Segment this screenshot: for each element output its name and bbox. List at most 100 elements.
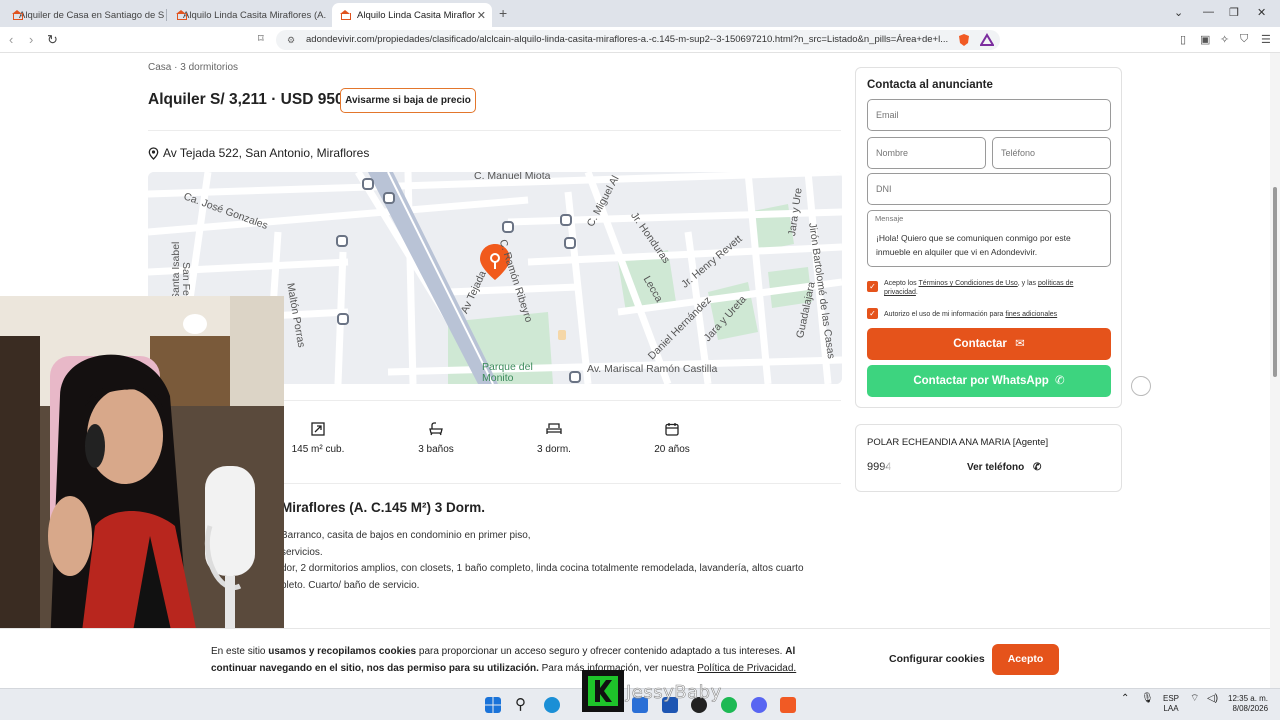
show-phone-label: Ver teléfono: [967, 462, 1025, 473]
bed-icon: [546, 423, 562, 434]
k-logo-icon: [588, 676, 618, 706]
contact-title: Contacta al anunciante: [867, 79, 993, 91]
contact-button-label: Contactar: [953, 338, 1007, 350]
divider: [148, 130, 841, 131]
clock[interactable]: 12:35 a. m. 8/08/2026: [1228, 694, 1268, 714]
tab-label: Alquilo Linda Casita Miraflores (A. C.14…: [183, 9, 328, 21]
close-window-button[interactable]: ✕: [1257, 6, 1266, 19]
brave-icon[interactable]: [780, 697, 796, 713]
dni-field[interactable]: [867, 173, 1111, 205]
feature-area: 145 m² cub.: [289, 422, 347, 455]
windows-start-icon[interactable]: [485, 697, 501, 713]
phone-icon: ✆: [1033, 462, 1042, 473]
terms-checkbox[interactable]: ✓: [867, 281, 878, 292]
loading-ring: [1131, 376, 1151, 396]
tab-surco[interactable]: Alquiler de Casa en Santiago de Surco: [4, 3, 164, 27]
contact-button[interactable]: Contactar ✉: [867, 328, 1111, 360]
feature-label: 20 años: [654, 444, 690, 455]
wallet-icon[interactable]: ▣: [1200, 33, 1210, 46]
house-icon: [340, 10, 351, 20]
maximize-button[interactable]: ❐: [1229, 6, 1239, 19]
agent-card: POLAR ECHEANDIA ANA MARIA [Agente] 9994 …: [855, 424, 1122, 492]
feature-label: 3 dorm.: [537, 444, 571, 455]
sidebar-icon[interactable]: ▯: [1180, 33, 1186, 46]
scrollbar-thumb[interactable]: [1273, 187, 1277, 377]
site-info-icon[interactable]: ⚙: [287, 30, 295, 50]
microphone-icon[interactable]: 🎙: [1141, 694, 1154, 704]
close-tab-icon[interactable]: ✕: [477, 9, 486, 22]
cookie-banner: En este sitio usamos y recopilamos cooki…: [0, 628, 1270, 688]
whatsapp-button[interactable]: Contactar por WhatsApp ✆: [867, 365, 1111, 397]
description-line: Barranco, casita de bajos en condominio …: [281, 530, 531, 541]
bookmark-icon[interactable]: ⌑: [258, 32, 264, 45]
calendar-icon: [665, 423, 679, 436]
language-indicator[interactable]: ESP LAA: [1163, 694, 1179, 714]
page-scrollbar[interactable]: [1270, 53, 1280, 688]
whatsapp-button-label: Contactar por WhatsApp: [913, 375, 1049, 387]
stream-watermark: JessyBaby: [626, 682, 722, 704]
terms-pre: Acepto los: [884, 280, 917, 287]
map-label: C. Manuel Miota: [474, 172, 551, 182]
volume-icon[interactable]: ◁): [1207, 694, 1218, 704]
terms-text: Acepto los Términos y Condiciones de Uso…: [884, 280, 1074, 296]
map-label: Av. Mariscal Ramón Castilla: [587, 363, 718, 375]
message-field[interactable]: Mensaje ¡Hola! Quiero que se comuniquen …: [867, 210, 1111, 267]
price-title: Alquiler S/ 3,211 · USD 950: [148, 91, 344, 108]
search-icon[interactable]: ⚲: [515, 697, 531, 713]
description-line: pleto. Cuarto/ baño de servicio.: [281, 580, 420, 591]
terms-link[interactable]: Términos y Condiciones de Uso: [919, 280, 1018, 287]
tray-overflow-icon[interactable]: ⌃: [1121, 694, 1129, 704]
cookie-privacy-link[interactable]: Política de Privacidad.: [697, 663, 796, 674]
area-icon: [311, 422, 325, 436]
reload-icon[interactable]: ↻: [47, 32, 58, 48]
tab-bar: Alquiler de Casa en Santiago de Surco Al…: [0, 0, 1280, 27]
feature-label: 3 baños: [418, 444, 454, 455]
brave-rewards-icon[interactable]: [980, 33, 994, 47]
edge-icon[interactable]: [544, 697, 560, 713]
minimize-button[interactable]: —: [1203, 6, 1214, 18]
configure-cookies-button[interactable]: Configurar cookies: [889, 653, 985, 665]
cookie-text: En este sitio usamos y recopilamos cooki…: [211, 643, 801, 677]
extra-pre: Autorizo el uso de mi información para: [884, 311, 1004, 318]
email-field[interactable]: [867, 99, 1111, 131]
extra-use-checkbox[interactable]: ✓: [867, 308, 878, 319]
tab-miraflores-1[interactable]: Alquilo Linda Casita Miraflores (A. C.14…: [168, 3, 328, 27]
terms-mid: , y las: [1017, 280, 1037, 287]
price-alert-button[interactable]: Avisarme si baja de precio: [340, 88, 476, 113]
feature-age: 20 años: [648, 422, 696, 455]
extra-use-text: Autorizo el uso de mi información para f…: [884, 310, 1109, 319]
tab-search-icon[interactable]: ⌄: [1174, 6, 1183, 19]
new-tab-button[interactable]: +: [499, 5, 507, 21]
brave-shield-icon[interactable]: [957, 33, 971, 47]
tab-miraflores-active[interactable]: Alquilo Linda Casita Miraflores (A. C.14…: [332, 3, 492, 27]
tab-label: Alquilo Linda Casita Miraflores (A. C.14…: [357, 9, 475, 21]
bath-icon: [429, 422, 443, 436]
show-phone-button[interactable]: Ver teléfono ✆: [967, 462, 1041, 473]
accept-cookies-button[interactable]: Acepto: [992, 644, 1059, 675]
wifi-icon[interactable]: ⌔: [1190, 694, 1199, 704]
spotify-icon[interactable]: [721, 697, 737, 713]
webcam-overlay: [0, 296, 284, 648]
message-text: ¡Hola! Quiero que se comuniquen conmigo …: [876, 233, 1071, 257]
vpn-icon[interactable]: ⛉: [1240, 33, 1248, 46]
cookie-text-part: En este sitio: [211, 646, 269, 657]
keyboard-layout: LAA: [1163, 704, 1179, 713]
feature-baths: 3 baños: [408, 422, 464, 455]
extra-link[interactable]: fines adicionales: [1005, 311, 1057, 318]
discord-icon[interactable]: [751, 697, 767, 713]
forward-icon[interactable]: ›: [29, 32, 33, 47]
leo-ai-icon[interactable]: ✧: [1220, 33, 1229, 46]
menu-icon[interactable]: ☰: [1261, 33, 1271, 46]
description-line: servicios.: [281, 547, 323, 558]
contact-form-card: Contacta al anunciante Mensaje ¡Hola! Qu…: [855, 67, 1122, 408]
location-pin-icon: [148, 146, 159, 160]
agent-phone-partial: 9994: [867, 461, 892, 473]
phone-field[interactable]: [992, 137, 1111, 169]
message-label: Mensaje: [875, 214, 904, 223]
clock-date: 8/08/2026: [1232, 704, 1269, 713]
back-icon[interactable]: ‹: [9, 32, 13, 47]
name-field[interactable]: [867, 137, 986, 169]
listing-title: Miraflores (A. C.145 M²) 3 Dorm.: [281, 500, 486, 515]
tab-label: Alquiler de Casa en Santiago de Surco: [19, 9, 164, 21]
url-field[interactable]: ⚙ adondevivir.com/propiedades/clasificad…: [276, 30, 1000, 50]
